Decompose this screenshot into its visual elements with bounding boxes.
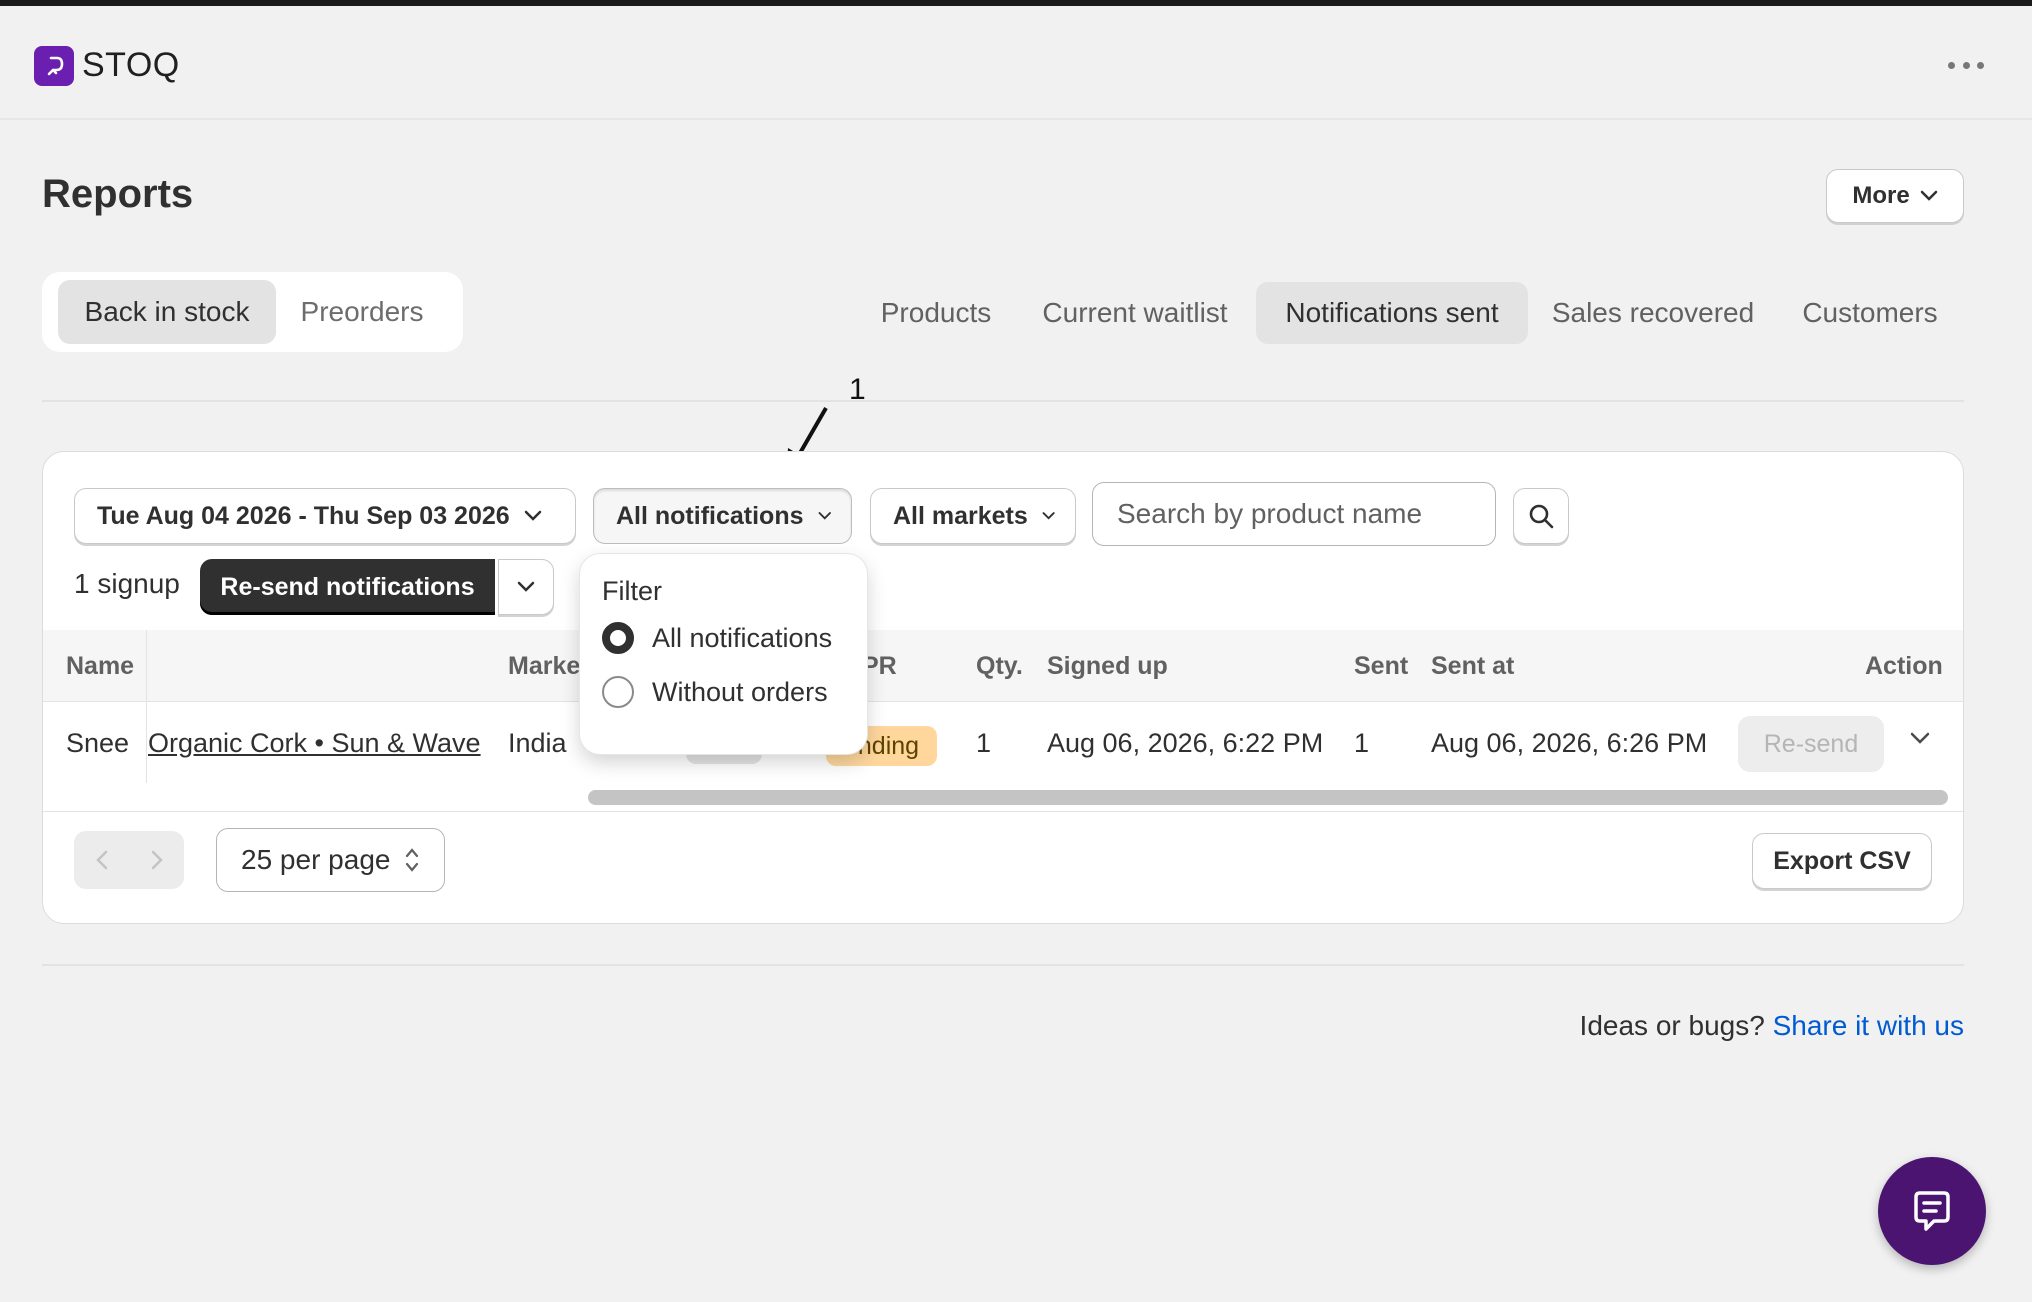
chevron-down-icon (818, 512, 831, 520)
next-page-button[interactable] (129, 831, 184, 889)
app-header: STOQ (0, 6, 2032, 120)
feedback-line: Ideas or bugs? Share it with us (1580, 1010, 1964, 1042)
option-label: Without orders (652, 676, 828, 707)
divider (43, 811, 1963, 812)
chevron-down-icon (517, 581, 535, 592)
page-title: Reports (42, 172, 194, 216)
option-label: All notifications (652, 622, 833, 653)
select-arrows-icon (405, 848, 419, 872)
notifications-filter-label: All notifications (616, 501, 804, 530)
markets-filter-button[interactable]: All markets (870, 488, 1076, 544)
header-sent[interactable]: Sent (1354, 652, 1408, 681)
header-market[interactable]: Marke (508, 652, 580, 681)
export-csv-button[interactable]: Export CSV (1752, 833, 1932, 889)
search-icon (1529, 504, 1554, 529)
notifications-filter-button[interactable]: All notifications (593, 488, 852, 544)
radio-checked[interactable] (602, 622, 634, 654)
cell-sent: 1 (1354, 728, 1370, 758)
header-signed-up[interactable]: Signed up (1047, 652, 1168, 681)
tab-sales-recovered[interactable]: Sales recovered (1546, 282, 1760, 344)
signup-count: 1 signup (74, 568, 180, 599)
header-name[interactable]: Name (66, 652, 134, 681)
divider (42, 964, 1964, 966)
per-page-value: 25 per page (241, 844, 391, 875)
cell-product[interactable]: Organic Cork • Sun & Wave (148, 728, 481, 759)
stoq-logo-icon (34, 46, 74, 86)
radio-unchecked[interactable] (602, 676, 634, 708)
previous-page-button[interactable] (74, 831, 129, 889)
notifications-filter-popover: Filter All notifications Without orders (580, 554, 867, 754)
product-link[interactable]: Organic Cork • Sun & Wave (148, 728, 481, 758)
row-resend-button[interactable]: Re-send (1738, 716, 1884, 772)
chevron-down-icon (1042, 512, 1055, 520)
tab-products[interactable]: Products (866, 282, 1006, 344)
per-page-select[interactable]: 25 per page (216, 828, 445, 892)
chevron-right-icon (151, 850, 163, 870)
cell-market: India (508, 728, 567, 758)
pagination (74, 831, 184, 889)
header-sent-at[interactable]: Sent at (1431, 652, 1514, 681)
markets-filter-label: All markets (893, 501, 1028, 530)
date-range-picker[interactable]: Tue Aug 04 2026 - Thu Sep 03 2026 (74, 488, 576, 544)
date-range-label: Tue Aug 04 2026 - Thu Sep 03 2026 (97, 501, 510, 530)
chat-bubble-icon (1914, 1191, 1950, 1231)
tab-current-waitlist[interactable]: Current waitlist (1030, 282, 1240, 344)
feedback-text: Ideas or bugs? (1579, 1010, 1765, 1041)
resend-options-button[interactable] (498, 559, 554, 615)
search-button[interactable] (1513, 488, 1569, 544)
chevron-down-icon[interactable] (1908, 730, 1932, 746)
chat-launcher-button[interactable] (1878, 1157, 1986, 1265)
more-actions-button[interactable]: More (1826, 169, 1964, 223)
horizontal-scrollbar[interactable] (588, 790, 1948, 805)
more-label: More (1852, 182, 1910, 209)
header-qty[interactable]: Qty. (976, 652, 1023, 681)
feedback-link[interactable]: Share it with us (1773, 1010, 1964, 1041)
chevron-left-icon (95, 850, 107, 870)
column-divider (146, 630, 147, 783)
tab-customers[interactable]: Customers (1790, 282, 1950, 344)
divider (42, 400, 1964, 402)
cell-qty: 1 (976, 728, 992, 758)
popover-title: Filter (602, 576, 662, 606)
app-name: STOQ (82, 46, 180, 84)
chevron-down-icon (1920, 190, 1937, 201)
ellipsis-icon[interactable] (1948, 58, 1984, 72)
option-all-notifications[interactable]: All notifications (602, 622, 832, 654)
cell-name: Snee (66, 728, 130, 758)
cell-signed-up: Aug 06, 2026, 6:22 PM (1047, 728, 1324, 758)
header-action: Action (1865, 652, 1943, 680)
cell-sent-at: Aug 06, 2026, 6:26 PM (1431, 728, 1708, 758)
search-input[interactable] (1092, 482, 1496, 546)
header-pr[interactable]: PR (862, 652, 897, 681)
report-type-segment: Back in stock Preorders (42, 272, 463, 352)
chevron-down-icon (524, 510, 541, 521)
segment-back-in-stock[interactable]: Back in stock (58, 280, 276, 344)
tab-notifications-sent[interactable]: Notifications sent (1256, 282, 1528, 344)
resend-notifications-button[interactable]: Re-send notifications (200, 559, 495, 615)
annotation-label: 1 (849, 373, 866, 406)
option-without-orders[interactable]: Without orders (602, 676, 828, 708)
segment-preorders[interactable]: Preorders (292, 280, 432, 344)
